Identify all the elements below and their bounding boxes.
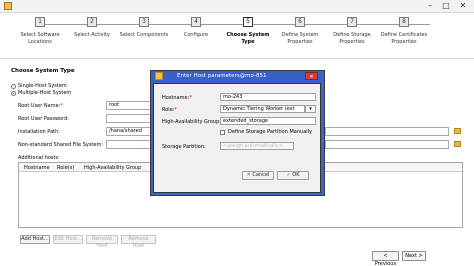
dialog-cancel-button[interactable]: ✕ Cancel — [242, 171, 274, 180]
installation-path-folder-icon[interactable] — [454, 128, 461, 134]
define-storage-partition-label: Define Storage Partition Manually — [228, 129, 313, 135]
step-3[interactable]: 3 Select Components — [114, 17, 174, 39]
nonstandard-fs-folder-icon[interactable] — [454, 141, 461, 147]
maximize-icon[interactable]: □ — [439, 0, 453, 13]
add-host-button[interactable]: Add Host... — [20, 235, 50, 244]
step-8[interactable]: 8 Define Certificates Properties — [374, 17, 434, 46]
previous-button[interactable]: < Previous — [372, 251, 399, 266]
root-user-name-label: Root User Name:* — [18, 103, 63, 109]
cancel-icon: ✕ — [246, 172, 251, 178]
installation-path-input-right[interactable] — [325, 127, 449, 136]
role-label: Role:* — [162, 107, 177, 113]
nonstandard-fs-input[interactable] — [106, 140, 152, 149]
storage-partition-label: Storage Partition: — [162, 144, 206, 150]
root-user-name-input[interactable]: root — [106, 101, 152, 110]
step-2[interactable]: 2 Select Activity — [62, 17, 122, 39]
nonstandard-fs-input-right[interactable] — [325, 140, 449, 149]
remove-all-hosts-button[interactable]: Remove Host — [121, 235, 156, 249]
next-button[interactable]: Next > — [402, 251, 426, 261]
storage-partition-input[interactable]: <assign automatically> — [220, 142, 294, 150]
hosts-col-roles: Role(s) — [57, 165, 75, 171]
app-icon — [4, 2, 12, 10]
define-storage-partition-checkbox[interactable] — [220, 130, 225, 135]
window-titlebar: – □ ✕ — [0, 0, 474, 13]
additional-hosts-label: Additional hosts: — [18, 155, 60, 161]
role-select[interactable]: Dynamic Tiering Worker (ext — [220, 105, 305, 113]
single-host-radio[interactable] — [11, 84, 16, 89]
dialog-title: Enter Host parameters@mo-851 — [152, 71, 322, 82]
root-user-password-input[interactable] — [106, 114, 152, 123]
dialog-close-icon[interactable]: ✕ — [305, 72, 318, 80]
wizard-steps: 1 Select Software Locations 2 Select Acti… — [0, 13, 474, 59]
single-host-label: Single-Host System — [18, 83, 67, 89]
close-icon[interactable]: ✕ — [456, 0, 470, 13]
dialog-body: Hostname:* mo-243 Role:* Dynamic Tiering… — [153, 83, 321, 193]
remove-host-button[interactable]: Remove Host — [86, 235, 118, 249]
step-4[interactable]: 4 Configure — [166, 17, 226, 39]
hostname-input[interactable]: mo-243 — [220, 93, 316, 101]
multiple-host-radio[interactable] — [11, 91, 16, 96]
dialog-ok-button[interactable]: ✓ OK — [277, 171, 309, 180]
hostname-label: Hostname:* — [162, 95, 192, 101]
ha-group-input[interactable]: extended_storage — [220, 117, 316, 125]
installation-path-label: Installation Path: — [18, 129, 60, 135]
step-1[interactable]: 1 Select Software Locations — [10, 17, 70, 46]
edit-host-button[interactable]: Edit Host... — [53, 235, 83, 244]
section-title: Choose System Type — [11, 68, 75, 74]
minimize-icon[interactable]: – — [423, 0, 437, 13]
multiple-host-label: Multiple-Host System — [18, 90, 72, 96]
installation-path-input[interactable]: /hana/shared — [106, 127, 152, 136]
root-user-password-label: Root User Password: — [18, 116, 69, 122]
step-5[interactable]: 5 Choose System Type — [218, 17, 278, 46]
nonstandard-fs-label: Non-standard Shared File System: — [18, 142, 104, 148]
step-6[interactable]: 6 Define System Properties — [270, 17, 330, 46]
hosts-col-ha-group: High-Availability Group — [84, 165, 142, 171]
step-7[interactable]: 7 Define Storage Properties — [322, 17, 382, 46]
role-chevron-down-icon[interactable]: ▾ — [305, 105, 316, 113]
ok-icon: ✓ — [286, 172, 291, 178]
ha-group-label: High-Availability Group: — [162, 119, 221, 125]
dialog-app-icon — [155, 72, 163, 80]
hosts-col-hostname: Hostname — [24, 165, 50, 171]
